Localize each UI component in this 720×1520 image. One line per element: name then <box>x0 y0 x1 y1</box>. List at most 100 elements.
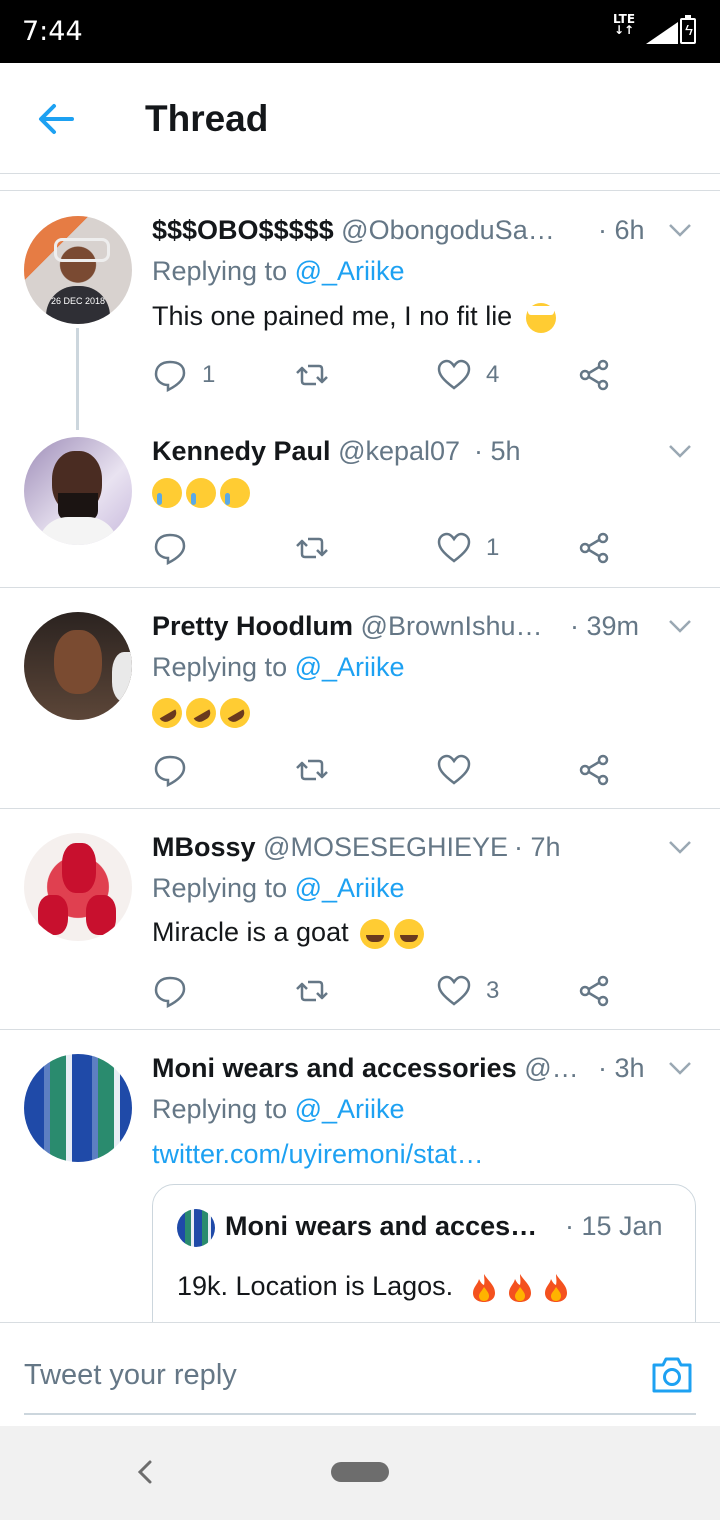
chevron-down-icon[interactable] <box>668 223 692 237</box>
share-button[interactable] <box>576 971 612 1011</box>
quoted-time: · 15 Jan <box>565 1211 663 1241</box>
tweet-text <box>152 476 254 508</box>
tweet-author[interactable]: Moni wears and accessories @… <box>152 1053 579 1084</box>
app-header: Thread <box>0 63 720 174</box>
tweet-author[interactable]: Pretty Hoodlum @BrownIshu… <box>152 611 543 642</box>
chevron-down-icon[interactable] <box>668 444 692 458</box>
tweet-actions: 3 <box>152 971 672 1011</box>
reply-icon <box>154 755 186 788</box>
retweet-button[interactable] <box>294 971 330 1011</box>
page-title: Thread <box>145 98 269 139</box>
reply-button[interactable] <box>152 750 202 790</box>
like-icon <box>437 975 471 1006</box>
retweet-icon <box>296 759 328 781</box>
nav-back-icon[interactable] <box>130 1454 160 1490</box>
share-button[interactable] <box>576 750 612 790</box>
share-button[interactable] <box>576 528 612 568</box>
rolling-laughing-emoji <box>180 692 222 734</box>
status-time: 7:44 <box>22 16 83 47</box>
camera-icon[interactable] <box>650 1355 694 1395</box>
input-underline <box>24 1413 696 1415</box>
chevron-down-icon[interactable] <box>668 840 692 854</box>
share-icon <box>579 532 609 564</box>
tweet-author[interactable]: Kennedy Paul @kepal07 <box>152 436 460 467</box>
quoted-avatar <box>177 1209 215 1247</box>
tweet-link[interactable]: twitter.com/uyiremoni/stat… <box>152 1139 484 1170</box>
divider <box>0 808 720 809</box>
tweet-text <box>146 692 256 734</box>
quoted-tweet[interactable]: Moni wears and acces… · 15 Jan 19k. Loca… <box>152 1184 696 1322</box>
reply-composer: Tweet your reply <box>0 1322 720 1427</box>
reply-input[interactable]: Tweet your reply <box>24 1359 237 1392</box>
quoted-author: Moni wears and acces… <box>225 1211 538 1241</box>
fire-emoji <box>508 1273 531 1302</box>
avatar[interactable]: 26 DEC 2018 <box>24 216 132 324</box>
fire-emoji <box>472 1273 495 1302</box>
avatar[interactable] <box>24 612 132 720</box>
avatar[interactable] <box>24 833 132 941</box>
tweet-time: · 3h <box>598 1053 645 1083</box>
battery-icon: ϟ <box>680 15 696 44</box>
retweet-button[interactable] <box>294 528 330 568</box>
retweet-icon <box>296 537 328 559</box>
reply-button[interactable]: 1 <box>152 355 215 395</box>
like-button[interactable] <box>436 750 486 790</box>
chevron-down-icon[interactable] <box>668 1061 692 1075</box>
tears-of-joy-emoji <box>360 918 391 949</box>
crying-face-emoji <box>186 477 216 508</box>
status-bar: 7:44 LTE ↓↑ ϟ <box>0 0 720 63</box>
thread-connector <box>76 328 79 430</box>
tweet-author[interactable]: MBossy @MOSESEGHIEYE <box>152 832 508 863</box>
crying-face-emoji <box>152 477 182 508</box>
tweet-text: This one pained me, I no fit lie <box>152 301 560 333</box>
like-button[interactable]: 4 <box>436 355 499 395</box>
share-icon <box>579 359 609 391</box>
bandage-face-emoji <box>525 302 556 333</box>
replying-to: Replying to @_Ariike <box>152 256 405 286</box>
signal-icon <box>646 22 678 44</box>
tweet-actions: 1 <box>152 528 672 568</box>
retweet-button[interactable] <box>294 750 330 790</box>
reply-button[interactable] <box>152 971 202 1011</box>
like-icon <box>437 532 471 563</box>
mention-link[interactable]: @_Ariike <box>295 652 405 682</box>
tweet-time: · 7h <box>514 832 561 862</box>
reply-button[interactable] <box>152 528 202 568</box>
back-arrow-icon[interactable] <box>36 99 76 139</box>
tweet-actions: 1 4 <box>152 355 672 395</box>
like-button[interactable]: 1 <box>436 528 499 568</box>
avatar[interactable] <box>24 1054 132 1162</box>
mention-link[interactable]: @_Ariike <box>295 1094 405 1124</box>
mention-link[interactable]: @_Ariike <box>295 256 405 286</box>
system-nav-bar <box>0 1426 720 1520</box>
tweet-actions <box>152 750 672 790</box>
divider <box>0 1029 720 1030</box>
share-icon <box>579 975 609 1007</box>
mention-link[interactable]: @_Ariike <box>295 873 405 903</box>
tears-of-joy-emoji <box>394 918 425 949</box>
network-label: LTE ↓↑ <box>613 12 636 37</box>
share-button[interactable] <box>576 355 612 395</box>
like-button[interactable]: 3 <box>436 971 499 1011</box>
crying-face-emoji <box>220 477 250 508</box>
chevron-down-icon[interactable] <box>668 619 692 633</box>
quoted-text: 19k. Location is Lagos. <box>177 1271 569 1303</box>
tweet-time: · 39m <box>570 611 640 641</box>
retweet-icon <box>296 364 328 386</box>
tweet-text: Miracle is a goat <box>152 917 428 949</box>
tweet-author[interactable]: $$$OBO$$$$$ @ObongoduSa… <box>152 215 555 246</box>
tweet-time: · 6h <box>598 215 645 245</box>
home-pill[interactable] <box>331 1462 389 1482</box>
thread-feed[interactable]: 26 DEC 2018 $$$OBO$$$$$ @ObongoduSa… · 6… <box>0 191 720 1322</box>
rolling-laughing-emoji <box>214 692 256 734</box>
avatar[interactable] <box>24 437 132 545</box>
share-icon <box>579 754 609 786</box>
avatar-stamp: 26 DEC 2018 <box>50 296 106 306</box>
replying-to: Replying to @_Ariike <box>152 873 405 903</box>
reply-icon <box>154 533 186 566</box>
reply-icon <box>154 976 186 1009</box>
like-icon <box>437 754 471 785</box>
retweet-icon <box>296 980 328 1002</box>
rolling-laughing-emoji <box>146 692 188 734</box>
retweet-button[interactable] <box>294 355 330 395</box>
